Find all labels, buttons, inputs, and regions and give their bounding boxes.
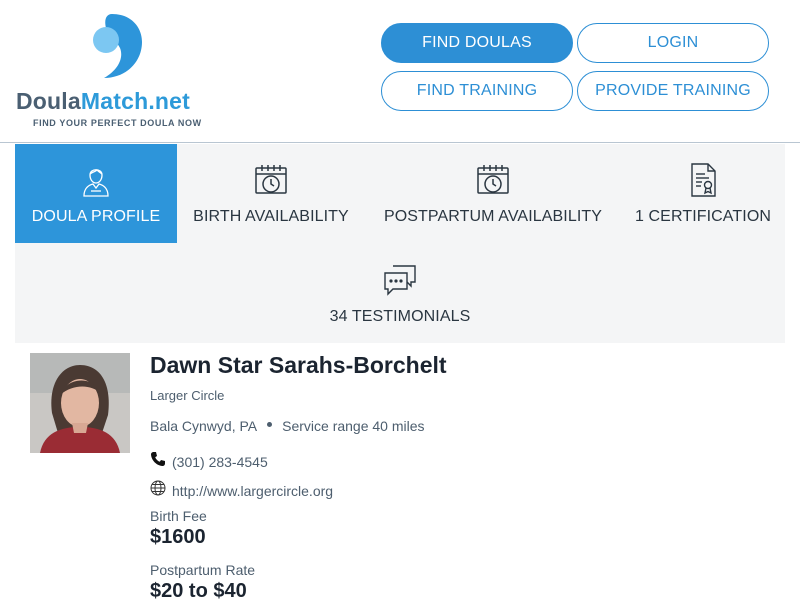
website-row[interactable]: http://www.largercircle.org (150, 480, 333, 501)
location-text: Bala Cynwyd, PA (150, 418, 258, 434)
logo-word-doula: Doula (16, 88, 81, 114)
tab-label: BIRTH AVAILABILITY (193, 208, 349, 225)
logo-wordmark: DoulaMatch.net (16, 88, 190, 115)
certificate-icon (686, 162, 720, 198)
site-logo[interactable]: DoulaMatch.net FIND YOUR PERFECT DOULA N… (16, 10, 226, 135)
find-training-button[interactable]: FIND TRAINING (381, 71, 573, 111)
doula-name: Dawn Star Sarahs-Borchelt (150, 352, 447, 378)
login-button[interactable]: LOGIN (577, 23, 769, 63)
website-link[interactable]: http://www.largercircle.org (172, 483, 333, 499)
person-icon (79, 162, 113, 198)
service-range-text: Service range 40 miles (282, 418, 425, 434)
site-header: DoulaMatch.net FIND YOUR PERFECT DOULA N… (0, 0, 800, 143)
calendar-clock-icon (254, 162, 288, 198)
tab-testimonials[interactable]: 34 TESTIMONIALS (15, 244, 785, 343)
postpartum-rate-value: $20 to $40 (150, 580, 247, 600)
calendar-clock-icon (476, 162, 510, 198)
tab-certification[interactable]: 1 CERTIFICATION (621, 144, 785, 243)
logo-tagline: FIND YOUR PERFECT DOULA NOW (33, 118, 202, 128)
phone-row[interactable]: (301) 283-4545 (150, 451, 268, 472)
tab-doula-profile[interactable]: DOULA PROFILE (15, 144, 177, 243)
phone-icon (150, 451, 166, 472)
organization-name: Larger Circle (150, 388, 225, 403)
phone-number[interactable]: (301) 283-4545 (172, 454, 268, 470)
birth-fee-value: $1600 (150, 526, 206, 548)
tab-label: POSTPARTUM AVAILABILITY (383, 208, 603, 225)
separator-dot (267, 421, 273, 427)
postpartum-rate-label: Postpartum Rate (150, 562, 256, 578)
tab-birth-availability[interactable]: BIRTH AVAILABILITY (177, 144, 365, 243)
logo-word-match: Match.net (80, 88, 191, 114)
profile-tabs: DOULA PROFILE BIRTH AVAILABILITY POSTPAR… (15, 144, 785, 343)
tab-label: DOULA PROFILE (31, 208, 161, 225)
chat-bubbles-icon (383, 262, 417, 298)
find-doulas-button[interactable]: FIND DOULAS (381, 23, 573, 63)
tab-label: 34 TESTIMONIALS (329, 308, 471, 325)
birth-fee-label: Birth Fee (150, 508, 207, 524)
provide-training-button[interactable]: PROVIDE TRAINING (577, 71, 769, 111)
location-line: Bala Cynwyd, PA Service range 40 miles (150, 418, 425, 434)
tab-label: 1 CERTIFICATION (634, 208, 772, 225)
tab-postpartum-availability[interactable]: POSTPARTUM AVAILABILITY (365, 144, 621, 243)
globe-icon (150, 480, 166, 501)
profile-photo (30, 353, 130, 453)
logo-mark-icon (93, 14, 142, 78)
